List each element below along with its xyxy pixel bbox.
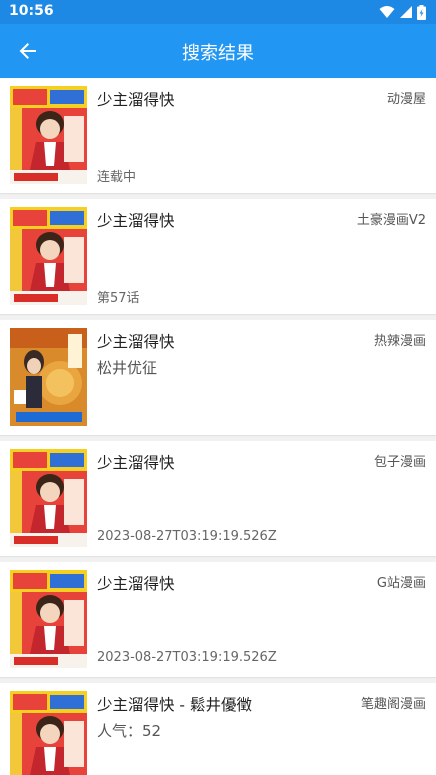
update-label: 2023-08-27T03:19:19.526Z <box>97 529 277 544</box>
comic-title: 少主溜得快 <box>97 454 175 472</box>
comic-title: 少主溜得快 <box>97 212 175 230</box>
source-label: 热辣漫画 <box>373 334 426 349</box>
author-label: 松井优征 <box>97 359 158 377</box>
cover-image <box>10 570 87 668</box>
signal-icon <box>400 6 412 18</box>
battery-icon <box>417 4 426 20</box>
update-label: 2023-08-27T03:19:19.526Z <box>97 650 277 665</box>
source-label: 笔趣阁漫画 <box>360 697 426 712</box>
status-bar: 10:56 <box>0 0 436 24</box>
update-label: 连载中 <box>97 170 137 185</box>
cover-image <box>10 691 87 775</box>
status-time: 10:56 <box>9 3 54 19</box>
source-label: 包子漫画 <box>373 455 426 470</box>
cover-image <box>10 207 87 305</box>
result-item[interactable]: 少主溜得快 G站漫画 2023-08-27T03:19:19.526Z <box>0 562 436 677</box>
wifi-icon <box>379 6 395 18</box>
comic-title: 少主溜得快 - 鬆井優徵 <box>97 696 252 714</box>
result-item[interactable]: 少主溜得快 - 鬆井優徵 笔趣阁漫画人气：52 <box>0 683 436 775</box>
result-item[interactable]: 少主溜得快 包子漫画 2023-08-27T03:19:19.526Z <box>0 441 436 556</box>
comic-title: 少主溜得快 <box>97 575 175 593</box>
source-label: 土豪漫画V2 <box>356 213 426 228</box>
cover-image <box>10 86 87 184</box>
result-item[interactable]: 少主溜得快 动漫屋连载中 <box>0 78 436 193</box>
author-label: 人气：52 <box>97 722 162 740</box>
source-label: 动漫屋 <box>386 92 426 107</box>
app-bar: 搜索结果 <box>0 24 436 78</box>
update-label: 第57话 <box>97 291 140 306</box>
result-item[interactable]: 少主溜得快 热辣漫画松井优征 <box>0 320 436 435</box>
result-item[interactable]: 少主溜得快 土豪漫画V2 第57话 <box>0 199 436 314</box>
cover-image <box>10 449 87 547</box>
cover-image <box>10 328 87 426</box>
page-title: 搜索结果 <box>182 43 254 64</box>
search-results-list[interactable]: 少主溜得快 动漫屋 连载中 少主溜得快 土豪漫画V2 第57话 少主溜得快 热辣漫画 松井优征少… <box>0 78 436 775</box>
comic-title: 少主溜得快 <box>97 91 175 109</box>
comic-title: 少主溜得快 <box>97 333 175 351</box>
status-icons <box>379 4 426 20</box>
source-label: G站漫画 <box>376 576 426 591</box>
